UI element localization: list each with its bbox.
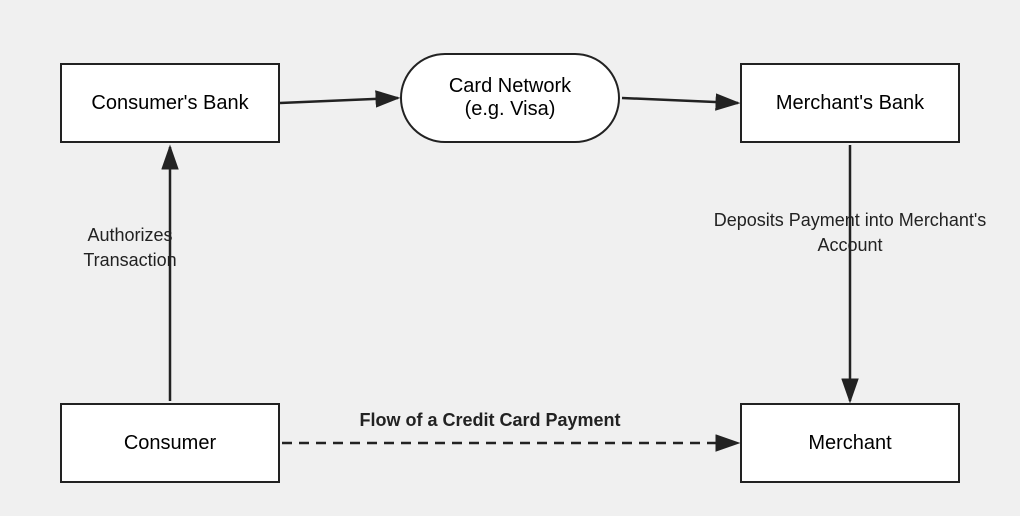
consumer-box: Consumer	[60, 403, 280, 483]
flow-label: Flow of a Credit Card Payment	[280, 408, 700, 433]
card-network-label: Card Network(e.g. Visa)	[449, 75, 571, 121]
merchants-bank-box: Merchant's Bank	[740, 63, 960, 143]
consumers-bank-label: Consumer's Bank	[91, 92, 248, 115]
deposits-label: Deposits Payment into Merchant's Account	[710, 208, 990, 258]
consumers-bank-box: Consumer's Bank	[60, 63, 280, 143]
diagram: Consumer's Bank Card Network(e.g. Visa) …	[30, 23, 990, 493]
merchant-box: Merchant	[740, 403, 960, 483]
authorizes-label: Authorizes Transaction	[45, 223, 215, 273]
consumer-label: Consumer	[124, 432, 216, 455]
merchant-label: Merchant	[808, 432, 891, 455]
card-network-box: Card Network(e.g. Visa)	[400, 53, 620, 143]
merchants-bank-label: Merchant's Bank	[776, 92, 924, 115]
